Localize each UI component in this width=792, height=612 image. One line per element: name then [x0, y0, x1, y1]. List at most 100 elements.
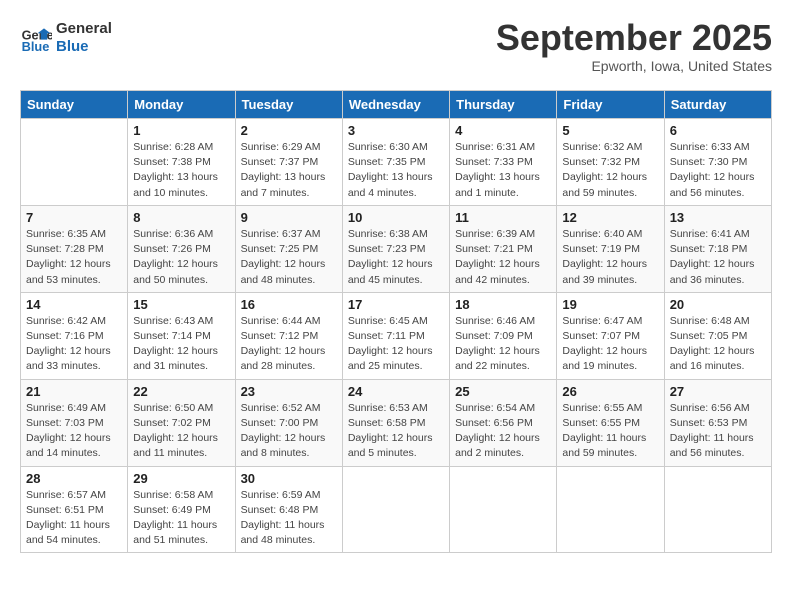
day-number: 24	[348, 384, 444, 399]
calendar-cell: 29 Sunrise: 6:58 AMSunset: 6:49 PMDayligh…	[128, 466, 235, 553]
day-number: 7	[26, 210, 122, 225]
day-number: 13	[670, 210, 766, 225]
calendar-cell	[450, 466, 557, 553]
day-info: Sunrise: 6:59 AMSunset: 6:48 PMDaylight:…	[241, 488, 337, 549]
logo-line2: Blue	[56, 38, 112, 56]
day-info: Sunrise: 6:54 AMSunset: 6:56 PMDaylight:…	[455, 401, 551, 462]
title-block: September 2025 Epworth, Iowa, United Sta…	[496, 20, 772, 74]
calendar-cell: 9 Sunrise: 6:37 AMSunset: 7:25 PMDaylight…	[235, 205, 342, 292]
logo-icon: General Blue	[20, 22, 52, 54]
day-number: 8	[133, 210, 229, 225]
day-info: Sunrise: 6:47 AMSunset: 7:07 PMDaylight:…	[562, 314, 658, 375]
day-info: Sunrise: 6:48 AMSunset: 7:05 PMDaylight:…	[670, 314, 766, 375]
day-number: 30	[241, 471, 337, 486]
calendar-cell: 30 Sunrise: 6:59 AMSunset: 6:48 PMDayligh…	[235, 466, 342, 553]
day-info: Sunrise: 6:32 AMSunset: 7:32 PMDaylight:…	[562, 140, 658, 201]
day-info: Sunrise: 6:55 AMSunset: 6:55 PMDaylight:…	[562, 401, 658, 462]
calendar-cell	[557, 466, 664, 553]
day-info: Sunrise: 6:30 AMSunset: 7:35 PMDaylight:…	[348, 140, 444, 201]
col-header-friday: Friday	[557, 91, 664, 119]
page-header: General Blue General Blue September 2025…	[20, 20, 772, 74]
day-number: 16	[241, 297, 337, 312]
calendar-cell: 22 Sunrise: 6:50 AMSunset: 7:02 PMDayligh…	[128, 379, 235, 466]
day-info: Sunrise: 6:36 AMSunset: 7:26 PMDaylight:…	[133, 227, 229, 288]
day-info: Sunrise: 6:58 AMSunset: 6:49 PMDaylight:…	[133, 488, 229, 549]
day-number: 6	[670, 123, 766, 138]
day-number: 1	[133, 123, 229, 138]
day-number: 5	[562, 123, 658, 138]
calendar-cell: 5 Sunrise: 6:32 AMSunset: 7:32 PMDaylight…	[557, 119, 664, 206]
day-info: Sunrise: 6:31 AMSunset: 7:33 PMDaylight:…	[455, 140, 551, 201]
calendar-week-5: 28 Sunrise: 6:57 AMSunset: 6:51 PMDayligh…	[21, 466, 772, 553]
calendar-cell: 11 Sunrise: 6:39 AMSunset: 7:21 PMDayligh…	[450, 205, 557, 292]
day-number: 2	[241, 123, 337, 138]
calendar-cell: 7 Sunrise: 6:35 AMSunset: 7:28 PMDaylight…	[21, 205, 128, 292]
day-info: Sunrise: 6:53 AMSunset: 6:58 PMDaylight:…	[348, 401, 444, 462]
calendar-cell: 15Sunrise: 6:43 AMSunset: 7:14 PMDayligh…	[128, 292, 235, 379]
calendar-cell: 28 Sunrise: 6:57 AMSunset: 6:51 PMDayligh…	[21, 466, 128, 553]
calendar-cell: 8 Sunrise: 6:36 AMSunset: 7:26 PMDaylight…	[128, 205, 235, 292]
day-number: 23	[241, 384, 337, 399]
svg-text:Blue: Blue	[22, 39, 50, 54]
day-info: Sunrise: 6:38 AMSunset: 7:23 PMDaylight:…	[348, 227, 444, 288]
day-info: Sunrise: 6:45 AMSunset: 7:11 PMDaylight:…	[348, 314, 444, 375]
day-number: 19	[562, 297, 658, 312]
day-number: 11	[455, 210, 551, 225]
day-number: 17	[348, 297, 444, 312]
calendar-header-row: SundayMondayTuesdayWednesdayThursdayFrid…	[21, 91, 772, 119]
calendar-cell	[342, 466, 449, 553]
day-info: Sunrise: 6:29 AMSunset: 7:37 PMDaylight:…	[241, 140, 337, 201]
calendar-cell: 3Sunrise: 6:30 AMSunset: 7:35 PMDaylight…	[342, 119, 449, 206]
day-info: Sunrise: 6:41 AMSunset: 7:18 PMDaylight:…	[670, 227, 766, 288]
day-number: 25	[455, 384, 551, 399]
day-number: 12	[562, 210, 658, 225]
col-header-tuesday: Tuesday	[235, 91, 342, 119]
calendar-cell: 1Sunrise: 6:28 AMSunset: 7:38 PMDaylight…	[128, 119, 235, 206]
col-header-sunday: Sunday	[21, 91, 128, 119]
day-number: 28	[26, 471, 122, 486]
day-number: 20	[670, 297, 766, 312]
day-number: 15	[133, 297, 229, 312]
calendar-cell: 21Sunrise: 6:49 AMSunset: 7:03 PMDayligh…	[21, 379, 128, 466]
col-header-saturday: Saturday	[664, 91, 771, 119]
logo: General Blue General Blue	[20, 20, 112, 56]
calendar-cell: 4 Sunrise: 6:31 AMSunset: 7:33 PMDaylight…	[450, 119, 557, 206]
calendar-cell: 23 Sunrise: 6:52 AMSunset: 7:00 PMDayligh…	[235, 379, 342, 466]
day-number: 4	[455, 123, 551, 138]
day-info: Sunrise: 6:35 AMSunset: 7:28 PMDaylight:…	[26, 227, 122, 288]
day-info: Sunrise: 6:44 AMSunset: 7:12 PMDaylight:…	[241, 314, 337, 375]
logo-line1: General	[56, 20, 112, 38]
calendar-cell: 12Sunrise: 6:40 AMSunset: 7:19 PMDayligh…	[557, 205, 664, 292]
calendar-cell: 19 Sunrise: 6:47 AMSunset: 7:07 PMDayligh…	[557, 292, 664, 379]
calendar-cell: 6 Sunrise: 6:33 AMSunset: 7:30 PMDaylight…	[664, 119, 771, 206]
day-info: Sunrise: 6:42 AMSunset: 7:16 PMDaylight:…	[26, 314, 122, 375]
day-info: Sunrise: 6:57 AMSunset: 6:51 PMDaylight:…	[26, 488, 122, 549]
calendar-cell: 20 Sunrise: 6:48 AMSunset: 7:05 PMDayligh…	[664, 292, 771, 379]
day-number: 18	[455, 297, 551, 312]
calendar-body: 1Sunrise: 6:28 AMSunset: 7:38 PMDaylight…	[21, 119, 772, 553]
day-info: Sunrise: 6:49 AMSunset: 7:03 PMDaylight:…	[26, 401, 122, 462]
day-info: Sunrise: 6:52 AMSunset: 7:00 PMDaylight:…	[241, 401, 337, 462]
day-number: 22	[133, 384, 229, 399]
calendar-table: SundayMondayTuesdayWednesdayThursdayFrid…	[20, 90, 772, 553]
calendar-week-2: 7 Sunrise: 6:35 AMSunset: 7:28 PMDaylight…	[21, 205, 772, 292]
day-info: Sunrise: 6:50 AMSunset: 7:02 PMDaylight:…	[133, 401, 229, 462]
col-header-monday: Monday	[128, 91, 235, 119]
calendar-cell: 24 Sunrise: 6:53 AMSunset: 6:58 PMDayligh…	[342, 379, 449, 466]
col-header-wednesday: Wednesday	[342, 91, 449, 119]
calendar-cell: 27Sunrise: 6:56 AMSunset: 6:53 PMDayligh…	[664, 379, 771, 466]
location: Epworth, Iowa, United States	[496, 58, 772, 74]
calendar-cell: 13 Sunrise: 6:41 AMSunset: 7:18 PMDayligh…	[664, 205, 771, 292]
day-number: 29	[133, 471, 229, 486]
day-info: Sunrise: 6:37 AMSunset: 7:25 PMDaylight:…	[241, 227, 337, 288]
day-info: Sunrise: 6:33 AMSunset: 7:30 PMDaylight:…	[670, 140, 766, 201]
col-header-thursday: Thursday	[450, 91, 557, 119]
month-title: September 2025	[496, 20, 772, 56]
calendar-week-4: 21Sunrise: 6:49 AMSunset: 7:03 PMDayligh…	[21, 379, 772, 466]
day-number: 14	[26, 297, 122, 312]
calendar-cell	[21, 119, 128, 206]
day-number: 9	[241, 210, 337, 225]
day-number: 27	[670, 384, 766, 399]
day-info: Sunrise: 6:39 AMSunset: 7:21 PMDaylight:…	[455, 227, 551, 288]
calendar-cell: 26Sunrise: 6:55 AMSunset: 6:55 PMDayligh…	[557, 379, 664, 466]
